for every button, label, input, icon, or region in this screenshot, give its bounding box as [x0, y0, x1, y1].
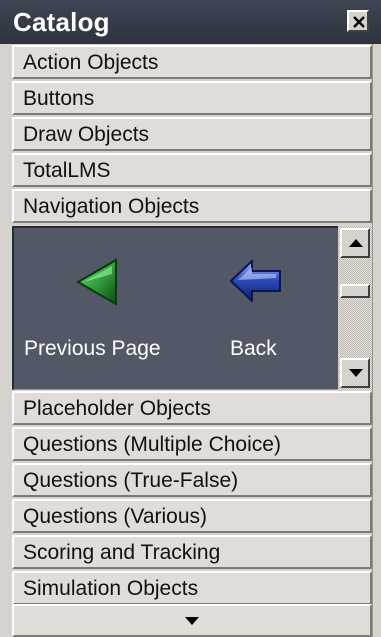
- object-back[interactable]: Back: [210, 248, 320, 360]
- category-buttons[interactable]: Buttons: [12, 81, 372, 115]
- category-navigation-objects[interactable]: Navigation Objects: [12, 189, 372, 223]
- close-button[interactable]: [347, 10, 369, 32]
- category-label: Simulation Objects: [23, 577, 199, 600]
- object-label: Previous Page: [24, 337, 161, 360]
- catalog-title-bar[interactable]: Catalog: [0, 0, 381, 44]
- category-label: Scoring and Tracking: [23, 541, 221, 564]
- green-left-arrow-icon: [76, 258, 117, 306]
- close-icon: [353, 16, 365, 28]
- category-label: Questions (Various): [23, 505, 208, 528]
- scroll-down-button[interactable]: [340, 358, 370, 388]
- category-draw-objects[interactable]: Draw Objects: [12, 117, 372, 151]
- navigation-objects-area: Previous Page Back: [12, 226, 372, 390]
- category-action-objects[interactable]: Action Objects: [12, 45, 372, 79]
- category-scroll-down-button[interactable]: [12, 604, 372, 637]
- category-label: Draw Objects: [23, 123, 150, 146]
- category-simulation-objects[interactable]: Simulation Objects: [12, 571, 372, 605]
- down-triangle-icon: [185, 617, 199, 625]
- down-triangle-icon: [349, 369, 363, 377]
- category-scoring-and-tracking[interactable]: Scoring and Tracking: [12, 535, 372, 569]
- panel-right-edge: [372, 44, 381, 637]
- category-label: Navigation Objects: [23, 195, 200, 218]
- catalog-panel: Catalog Action Objects Buttons Draw Obje…: [0, 0, 381, 637]
- category-label: Action Objects: [23, 51, 159, 74]
- category-label: Placeholder Objects: [23, 397, 211, 420]
- category-questions-various[interactable]: Questions (Various): [12, 499, 372, 533]
- up-triangle-icon: [349, 239, 363, 247]
- panel-left-edge: [0, 44, 12, 637]
- category-placeholder-objects[interactable]: Placeholder Objects: [12, 391, 372, 425]
- category-label: Questions (True-False): [23, 469, 239, 492]
- objects-scrollbar[interactable]: [338, 226, 372, 390]
- category-questions-multiple-choice[interactable]: Questions (Multiple Choice): [12, 427, 372, 461]
- object-label: Back: [230, 337, 277, 360]
- category-label: TotalLMS: [23, 159, 111, 182]
- panel-title: Catalog: [13, 7, 110, 37]
- category-questions-true-false[interactable]: Questions (True-False): [12, 463, 372, 497]
- scroll-thumb[interactable]: [340, 284, 370, 298]
- object-previous-page[interactable]: Previous Page: [22, 248, 172, 360]
- category-label: Questions (Multiple Choice): [23, 433, 281, 456]
- blue-back-arrow-icon: [230, 260, 281, 302]
- scroll-up-button[interactable]: [340, 228, 370, 258]
- category-totallms[interactable]: TotalLMS: [12, 153, 372, 187]
- category-label: Buttons: [23, 87, 95, 110]
